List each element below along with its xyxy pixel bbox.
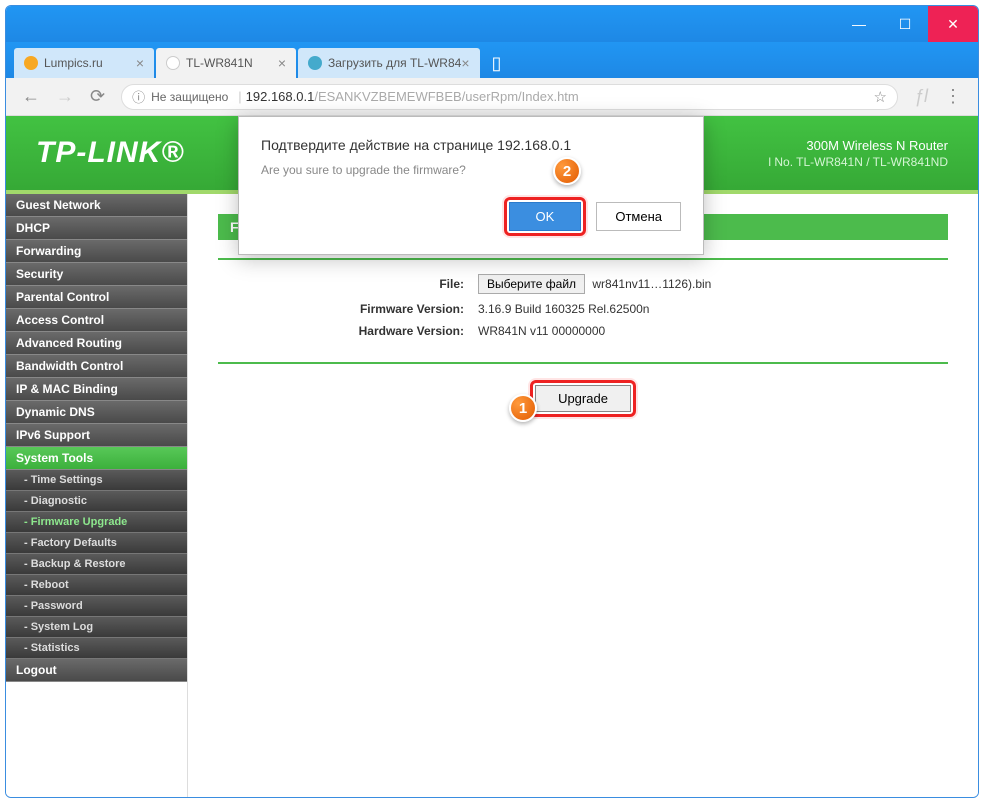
hardware-version-label: Hardware Version: [218, 324, 478, 338]
sidebar-sub-firmware-upgrade[interactable]: - Firmware Upgrade [6, 512, 187, 533]
browser-tab[interactable]: Lumpics.ru × [14, 48, 154, 78]
sidebar-item-system-tools[interactable]: System Tools [6, 447, 187, 470]
close-tab-icon[interactable]: × [136, 55, 144, 71]
sidebar-item-parental-control[interactable]: Parental Control [6, 286, 187, 309]
favicon-icon [308, 56, 322, 70]
highlight-annotation: Upgrade [530, 380, 636, 417]
firmware-version-label: Firmware Version: [218, 302, 478, 316]
divider [218, 258, 948, 260]
upgrade-button[interactable]: Upgrade [535, 385, 631, 412]
firmware-version-value: 3.16.9 Build 160325 Rel.62500n [478, 302, 649, 316]
chosen-file-name: wr841nv11…1126).bin [592, 277, 711, 291]
sidebar-item-ipv6-support[interactable]: IPv6 Support [6, 424, 187, 447]
sidebar-item-logout[interactable]: Logout [6, 659, 187, 682]
tab-title: Lumpics.ru [44, 56, 103, 70]
sidebar-sub-password[interactable]: - Password [6, 596, 187, 617]
sidebar-item-forwarding[interactable]: Forwarding [6, 240, 187, 263]
sidebar-sub-backup-restore[interactable]: - Backup & Restore [6, 554, 187, 575]
sidebar-sub-statistics[interactable]: - Statistics [6, 638, 187, 659]
divider [218, 362, 948, 364]
info-icon: ⓘ [132, 87, 145, 106]
sidebar-item-dynamic-dns[interactable]: Dynamic DNS [6, 401, 187, 424]
window-minimize-button[interactable]: — [836, 6, 882, 42]
sidebar-item-dhcp[interactable]: DHCP [6, 217, 187, 240]
sidebar-sub-system-log[interactable]: - System Log [6, 617, 187, 638]
browser-tab[interactable]: Загрузить для TL-WR84 × [298, 48, 480, 78]
main-content: Firmware Upgrade File: Выберите файл wr8… [188, 194, 978, 798]
product-name: 300M Wireless N Router [768, 138, 948, 153]
tab-title: Загрузить для TL-WR84 [328, 56, 461, 70]
dialog-ok-button[interactable]: OK [509, 202, 582, 231]
new-tab-button[interactable]: ▯ [482, 48, 512, 78]
extension-icon[interactable]: ƒl [906, 86, 936, 107]
dialog-message: Are you sure to upgrade the firmware? [261, 163, 681, 177]
model-number: l No. TL-WR841N / TL-WR841ND [768, 155, 948, 169]
window-close-button[interactable]: ✕ [928, 6, 978, 42]
url-host: 192.168.0.1 [246, 89, 315, 104]
hardware-version-value: WR841N v11 00000000 [478, 324, 605, 338]
browser-tabbar: Lumpics.ru × TL-WR841N × Загрузить для T… [6, 42, 978, 78]
sidebar-item-advanced-routing[interactable]: Advanced Routing [6, 332, 187, 355]
url-field[interactable]: ⓘ Не защищено | 192.168.0.1 /ESANKVZBEME… [121, 84, 898, 110]
sidebar-item-bandwidth-control[interactable]: Bandwidth Control [6, 355, 187, 378]
sidebar-sub-diagnostic[interactable]: - Diagnostic [6, 491, 187, 512]
sidebar-sub-factory-defaults[interactable]: - Factory Defaults [6, 533, 187, 554]
window-titlebar: — ☐ ✕ [6, 6, 978, 42]
file-label: File: [218, 277, 478, 291]
tab-title: TL-WR841N [186, 56, 253, 70]
favicon-icon [166, 56, 180, 70]
browser-menu-icon[interactable]: ⋮ [936, 86, 970, 107]
step-badge-2: 2 [553, 157, 581, 185]
back-button[interactable]: ← [14, 86, 48, 107]
browser-address-bar: ← → ⟳ ⓘ Не защищено | 192.168.0.1 /ESANK… [6, 78, 978, 116]
favicon-icon [24, 56, 38, 70]
sidebar-item-guest-network[interactable]: Guest Network [6, 194, 187, 217]
sidebar-nav: Guest Network DHCP Forwarding Security P… [6, 194, 188, 798]
logo: TP-LINK® [36, 136, 184, 170]
bookmark-star-icon[interactable]: ☆ [874, 88, 887, 106]
reload-button[interactable]: ⟳ [82, 86, 113, 107]
sidebar-sub-time-settings[interactable]: - Time Settings [6, 470, 187, 491]
close-tab-icon[interactable]: × [461, 55, 469, 71]
confirm-dialog: Подтвердите действие на странице 192.168… [238, 116, 704, 255]
forward-button[interactable]: → [48, 86, 82, 107]
choose-file-button[interactable]: Выберите файл [478, 274, 585, 294]
window-maximize-button[interactable]: ☐ [882, 6, 928, 42]
url-path: /ESANKVZBEMEWFBEB/userRpm/Index.htm [314, 89, 578, 104]
sidebar-item-access-control[interactable]: Access Control [6, 309, 187, 332]
browser-tab-active[interactable]: TL-WR841N × [156, 48, 296, 78]
highlight-annotation: OK [504, 197, 587, 236]
dialog-cancel-button[interactable]: Отмена [596, 202, 681, 231]
step-badge-1: 1 [509, 394, 537, 422]
security-label: Не защищено [151, 90, 228, 104]
sidebar-sub-reboot[interactable]: - Reboot [6, 575, 187, 596]
sidebar-item-security[interactable]: Security [6, 263, 187, 286]
close-tab-icon[interactable]: × [278, 55, 286, 71]
dialog-title: Подтвердите действие на странице 192.168… [261, 137, 681, 153]
sidebar-item-ip-mac-binding[interactable]: IP & MAC Binding [6, 378, 187, 401]
